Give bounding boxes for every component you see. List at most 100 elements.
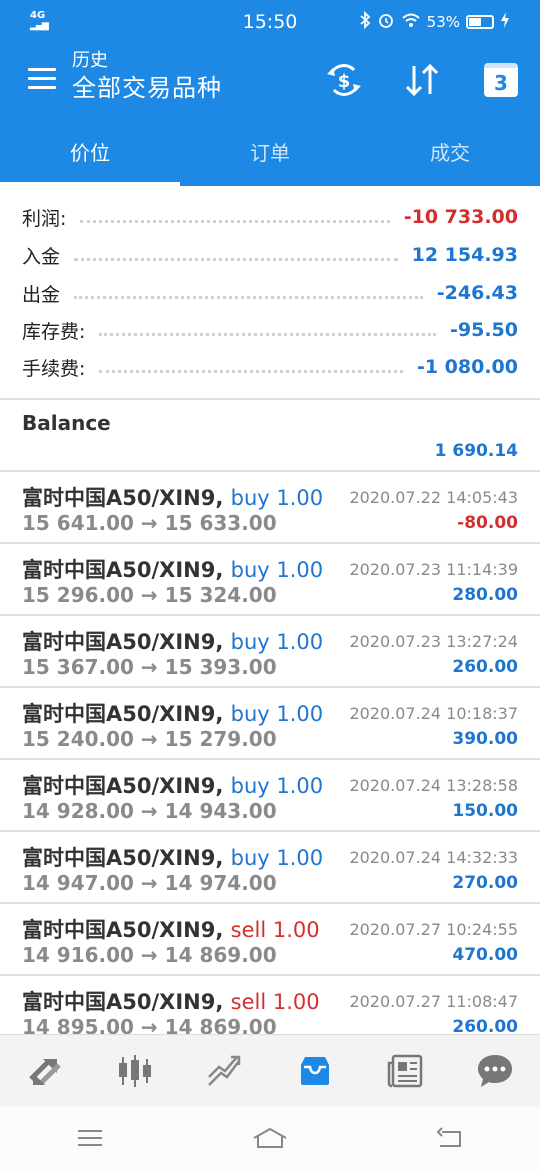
summary-row-commission: 手续费: -1 080.00 — [22, 348, 518, 386]
app-bar: 历史 全部交易品种 $ 3 — [0, 42, 540, 118]
summary-label: 库存费: — [22, 320, 86, 343]
summary-value: -10 733.00 — [403, 206, 518, 228]
calendar-icon[interactable]: 3 — [479, 58, 523, 102]
trade-row[interactable]: 富时中国A50/XIN9, buy 1.00 14 947.00 → 14 97… — [0, 832, 540, 904]
trade-side: buy 1.00 — [230, 486, 324, 510]
trade-datetime: 2020.07.27 10:24:55 — [349, 920, 518, 939]
trade-side: buy 1.00 — [230, 774, 324, 798]
trade-profit: 270.00 — [452, 873, 518, 893]
trade-symbol: 富时中国A50/XIN9, — [22, 702, 224, 726]
trade-datetime: 2020.07.23 13:27:24 — [349, 632, 518, 651]
trade-prices: 14 916.00 → 14 869.00 — [22, 943, 277, 967]
trade-symbol: 富时中国A50/XIN9, — [22, 846, 224, 870]
svg-text:$: $ — [338, 71, 351, 92]
wifi-icon — [401, 12, 421, 32]
system-nav-bar — [0, 1106, 540, 1170]
summary-row-withdrawal: 出金 -246.43 — [22, 274, 518, 312]
trade-symbol: 富时中国A50/XIN9, — [22, 558, 224, 582]
dotted-leader — [74, 257, 398, 261]
battery-percent: 53% — [426, 13, 460, 31]
trade-datetime: 2020.07.24 13:28:58 — [349, 776, 518, 795]
status-bar: 4G ▂▄▆ 15:50 53% — [0, 0, 540, 42]
trade-symbol: 富时中国A50/XIN9, — [22, 918, 224, 942]
summary-label: 出金 — [22, 283, 61, 306]
trade-list[interactable]: 富时中国A50/XIN9, buy 1.00 15 641.00 → 15 63… — [0, 472, 540, 1034]
summary-label: 利润: — [22, 207, 67, 230]
hamburger-menu-icon[interactable] — [28, 68, 56, 90]
trade-prices: 15 641.00 → 15 633.00 — [22, 511, 277, 535]
trade-row[interactable]: 富时中国A50/XIN9, buy 1.00 15 367.00 → 15 39… — [0, 616, 540, 688]
tab-orders[interactable]: 订单 — [180, 118, 360, 186]
summary-row-profit: 利润: -10 733.00 — [22, 198, 518, 236]
nav-analytics[interactable] — [180, 1035, 270, 1106]
trade-side: buy 1.00 — [230, 846, 324, 870]
chat-bubble-icon — [478, 1054, 512, 1087]
dotted-leader — [74, 295, 423, 299]
home-button[interactable] — [180, 1106, 360, 1170]
trade-prices: 14 895.00 → 14 869.00 — [22, 1015, 277, 1034]
summary-value: -1 080.00 — [416, 356, 518, 378]
trade-row[interactable]: 富时中国A50/XIN9, sell 1.00 14 895.00 → 14 8… — [0, 976, 540, 1034]
trade-prices: 14 947.00 → 14 974.00 — [22, 871, 277, 895]
page-title: 全部交易品种 — [72, 74, 222, 102]
sort-icon[interactable] — [400, 58, 444, 102]
summary-label: 手续费: — [22, 357, 86, 380]
trade-datetime: 2020.07.24 10:18:37 — [349, 704, 518, 723]
inbox-icon — [301, 1056, 329, 1085]
trade-symbol: 富时中国A50/XIN9, — [22, 774, 224, 798]
trade-row[interactable]: 富时中国A50/XIN9, sell 1.00 14 916.00 → 14 8… — [0, 904, 540, 976]
trade-profit: 260.00 — [452, 657, 518, 677]
trade-row[interactable]: 富时中国A50/XIN9, buy 1.00 15 240.00 → 15 27… — [0, 688, 540, 760]
bluetooth-icon — [359, 10, 371, 33]
back-button[interactable] — [360, 1106, 540, 1170]
battery-icon — [466, 15, 494, 29]
summary-label: 入金 — [22, 245, 61, 268]
trade-symbol: 富时中国A50/XIN9, — [22, 990, 224, 1014]
tab-deals[interactable]: 成交 — [360, 118, 540, 186]
trade-symbol: 富时中国A50/XIN9, — [22, 630, 224, 654]
trade-row[interactable]: 富时中国A50/XIN9, buy 1.00 14 928.00 → 14 94… — [0, 760, 540, 832]
dotted-leader — [99, 332, 437, 336]
status-right: 53% — [359, 10, 510, 33]
trade-arrows-icon — [29, 1058, 61, 1085]
trade-prices: 15 367.00 → 15 393.00 — [22, 655, 277, 679]
nav-trade[interactable] — [0, 1035, 90, 1106]
alarm-icon — [377, 11, 395, 33]
summary-value: 12 154.93 — [411, 244, 518, 266]
dotted-leader — [99, 369, 403, 373]
nav-messages[interactable] — [450, 1035, 540, 1106]
trade-profit: 470.00 — [452, 945, 518, 965]
trade-profit: 260.00 — [452, 1017, 518, 1034]
trade-profit: 280.00 — [452, 585, 518, 605]
trade-row[interactable]: 富时中国A50/XIN9, buy 1.00 15 641.00 → 15 63… — [0, 472, 540, 544]
trade-prices: 14 928.00 → 14 943.00 — [22, 799, 277, 823]
title-block[interactable]: 历史 全部交易品种 — [72, 50, 222, 104]
recent-apps-button[interactable] — [0, 1106, 180, 1170]
nav-news[interactable] — [360, 1035, 450, 1106]
currency-exchange-icon[interactable]: $ — [322, 58, 366, 102]
trade-side: sell 1.00 — [230, 918, 320, 942]
trade-row[interactable]: 富时中国A50/XIN9, buy 1.00 15 296.00 → 15 32… — [0, 544, 540, 616]
trade-profit: -80.00 — [457, 513, 518, 533]
tab-positions[interactable]: 价位 — [0, 118, 180, 186]
trade-datetime: 2020.07.23 11:14:39 — [349, 560, 518, 579]
trend-lines-icon — [208, 1055, 241, 1086]
trade-side: buy 1.00 — [230, 702, 324, 726]
dotted-leader — [80, 219, 390, 223]
summary-row-deposit: 入金 12 154.93 — [22, 236, 518, 274]
trade-side: buy 1.00 — [230, 558, 324, 582]
news-icon — [387, 1054, 423, 1087]
summary-value: -246.43 — [436, 282, 518, 304]
balance-row[interactable]: Balance 1 690.14 — [0, 400, 540, 472]
bottom-nav — [0, 1034, 540, 1106]
nav-chart[interactable] — [90, 1035, 180, 1106]
trade-datetime: 2020.07.24 14:32:33 — [349, 848, 518, 867]
trade-prices: 15 240.00 → 15 279.00 — [22, 727, 277, 751]
trade-profit: 390.00 — [452, 729, 518, 749]
nav-history[interactable] — [270, 1035, 360, 1106]
trade-datetime: 2020.07.22 14:05:43 — [349, 488, 518, 507]
balance-value: 1 690.14 — [434, 441, 518, 461]
charging-icon — [500, 12, 510, 32]
summary-panel: 利润: -10 733.00 入金 12 154.93 出金 -246.43 库… — [0, 186, 540, 400]
menu-lines-icon — [78, 1130, 102, 1146]
